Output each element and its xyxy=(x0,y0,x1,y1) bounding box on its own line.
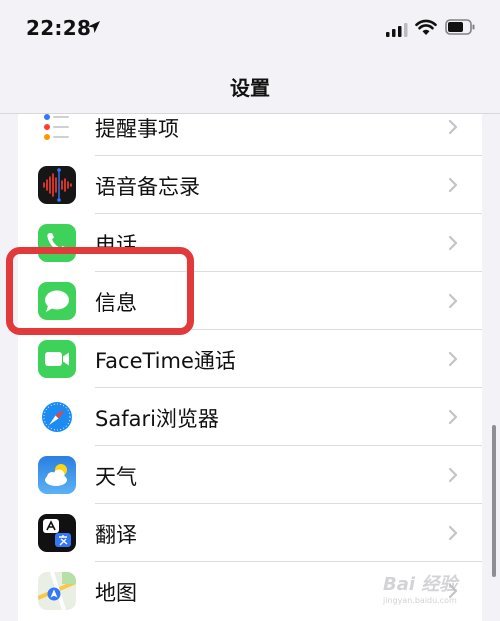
chevron-right-icon xyxy=(448,119,458,139)
settings-row-voice-memos[interactable]: 语音备忘录 xyxy=(18,156,482,214)
settings-row-label: 地图 xyxy=(95,581,137,605)
safari-icon xyxy=(38,398,76,436)
settings-row-translate[interactable]: 翻译 xyxy=(18,504,482,562)
annotation-highlight-box xyxy=(6,247,194,335)
chevron-right-icon xyxy=(448,235,458,255)
chevron-right-icon xyxy=(448,467,458,487)
chevron-right-icon xyxy=(448,351,458,371)
maps-icon xyxy=(38,572,76,610)
watermark-url: jingyan.baidu.com xyxy=(383,596,457,605)
settings-row-weather[interactable]: 天气 xyxy=(18,446,482,504)
wifi-icon xyxy=(415,18,437,40)
settings-row-label: 天气 xyxy=(95,465,137,489)
settings-list: 提醒事项 语音备忘录 电话 信息 FaceTime通话 Safari浏览器 天气… xyxy=(18,114,482,621)
settings-row-label: 语音备忘录 xyxy=(95,175,200,199)
chevron-right-icon xyxy=(448,525,458,545)
chevron-right-icon xyxy=(448,293,458,313)
settings-row-label: 提醒事项 xyxy=(95,117,179,141)
location-arrow-icon xyxy=(86,19,102,39)
scrollbar[interactable] xyxy=(492,425,496,577)
settings-row-label: 翻译 xyxy=(95,523,137,547)
settings-row-reminders[interactable]: 提醒事项 xyxy=(18,114,482,156)
watermark-main: Bai 经验 xyxy=(383,574,458,595)
page-title: 设置 xyxy=(230,76,270,100)
chevron-right-icon xyxy=(448,177,458,197)
chevron-right-icon xyxy=(448,409,458,429)
cellular-signal-icon xyxy=(386,22,408,41)
status-time: 22:28 xyxy=(26,16,92,40)
reminders-icon xyxy=(38,114,76,146)
facetime-icon xyxy=(38,340,76,378)
settings-row-label: Safari浏览器 xyxy=(95,407,219,431)
status-bar: 22:28 xyxy=(0,0,500,56)
settings-row-label: FaceTime通话 xyxy=(95,349,236,373)
settings-row-facetime[interactable]: FaceTime通话 xyxy=(18,330,482,388)
translate-icon xyxy=(38,514,76,552)
settings-row-safari[interactable]: Safari浏览器 xyxy=(18,388,482,446)
watermark: Bai 经验 jingyan.baidu.com xyxy=(383,568,493,614)
battery-icon xyxy=(445,19,475,39)
weather-icon xyxy=(38,456,76,494)
voice-memos-icon xyxy=(38,166,76,204)
